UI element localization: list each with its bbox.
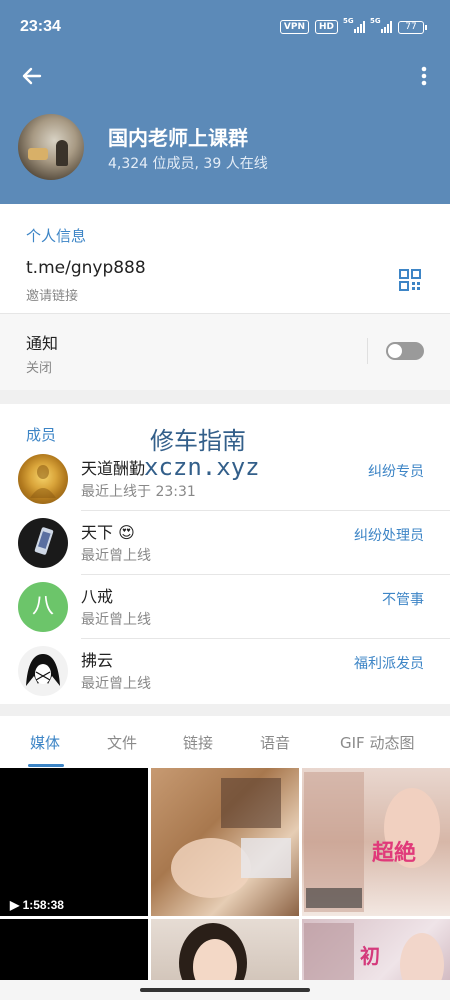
member-name: 拂云 (81, 651, 114, 670)
member-avatar (18, 454, 68, 504)
member-role: 纠纷专员 (368, 464, 424, 480)
group-header: 23:34 VPN HD 5G 5G 77 国内老师上课群 4,324 位成员,… (0, 0, 450, 204)
group-title: 国内老师上课群 (108, 126, 248, 150)
vpn-badge: VPN (279, 20, 309, 34)
status-time: 23:34 (20, 18, 61, 35)
member-status: 最近曾上线 (81, 676, 151, 692)
status-bar: 23:34 VPN HD 5G 5G 77 (0, 14, 450, 42)
member-row[interactable]: 天道酬勤 最近上线于 23:31 纠纷专员 (0, 447, 450, 511)
tab-media[interactable]: 媒体 (30, 732, 60, 753)
qr-code-icon[interactable] (399, 269, 421, 291)
media-tabs: 媒体 文件 链接 语音 GIF 动态图 (0, 716, 450, 768)
svg-text:超絶: 超絶 (372, 840, 416, 866)
more-button[interactable] (414, 62, 434, 90)
member-row[interactable]: 八 八戒 最近曾上线 不管事 (0, 575, 450, 639)
member-role: 福利派发员 (354, 656, 424, 672)
signal-label: 5G (343, 17, 354, 25)
toggle-knob (388, 344, 402, 358)
notifications-title: 通知 (26, 334, 59, 353)
tab-files[interactable]: 文件 (107, 732, 137, 753)
svg-text:初: 初 (360, 944, 380, 968)
status-icons: VPN HD 5G 5G 77 (279, 17, 427, 34)
signal-icon-2: 5G (370, 17, 392, 33)
member-role: 纠纷处理员 (354, 528, 424, 544)
member-name: 天下 😍 (81, 523, 135, 542)
member-row[interactable]: 拂云 最近曾上线 福利派发员 (0, 639, 450, 703)
system-nav-bar (0, 980, 450, 1000)
group-subtitle: 4,324 位成员, 39 人在线 (108, 156, 268, 172)
invite-link[interactable]: t.me/gnyp888 (26, 258, 146, 278)
media-thumb[interactable] (151, 768, 299, 916)
member-row[interactable]: 天下 😍 最近曾上线 纠纷处理员 (0, 511, 450, 575)
back-button[interactable] (18, 62, 46, 90)
member-name: 天道酬勤 (81, 459, 146, 478)
vertical-separator (367, 338, 368, 364)
members-section-title: 成员 (26, 426, 57, 444)
notifications-toggle[interactable] (386, 342, 424, 360)
invite-link-label: 邀请链接 (26, 289, 79, 304)
signal-label-2: 5G (370, 17, 381, 25)
member-status: 最近上线于 23:31 (81, 484, 196, 500)
member-avatar (18, 646, 68, 696)
video-duration: ▶ 1:58:38 (10, 898, 64, 912)
member-status: 最近曾上线 (81, 548, 151, 564)
member-status: 最近曾上线 (81, 612, 151, 628)
tab-links[interactable]: 链接 (183, 732, 213, 753)
notifications-row[interactable] (0, 314, 450, 390)
signal-icon: 5G (343, 17, 365, 33)
more-vert-icon (421, 66, 427, 86)
home-gesture-bar[interactable] (140, 988, 310, 992)
active-tab-indicator (28, 764, 64, 767)
tab-gif[interactable]: GIF 动态图 (340, 732, 414, 753)
member-name: 八戒 (81, 587, 114, 606)
notifications-state: 关闭 (26, 361, 53, 376)
media-grid: ▶ 1:58:38 超絶 初 (0, 768, 450, 1000)
info-section-title: 个人信息 (26, 227, 87, 245)
media-thumb-video[interactable]: ▶ 1:58:38 (0, 768, 148, 916)
play-icon: ▶ (10, 898, 20, 912)
group-avatar[interactable] (18, 114, 84, 180)
member-avatar (18, 518, 68, 568)
tab-voice[interactable]: 语音 (260, 732, 290, 753)
hd-badge: HD (314, 20, 338, 34)
battery-icon: 77 (398, 20, 427, 34)
back-arrow-icon (22, 67, 42, 85)
member-role: 不管事 (382, 592, 424, 608)
member-avatar: 八 (18, 582, 68, 632)
media-thumb[interactable]: 超絶 (302, 768, 450, 916)
